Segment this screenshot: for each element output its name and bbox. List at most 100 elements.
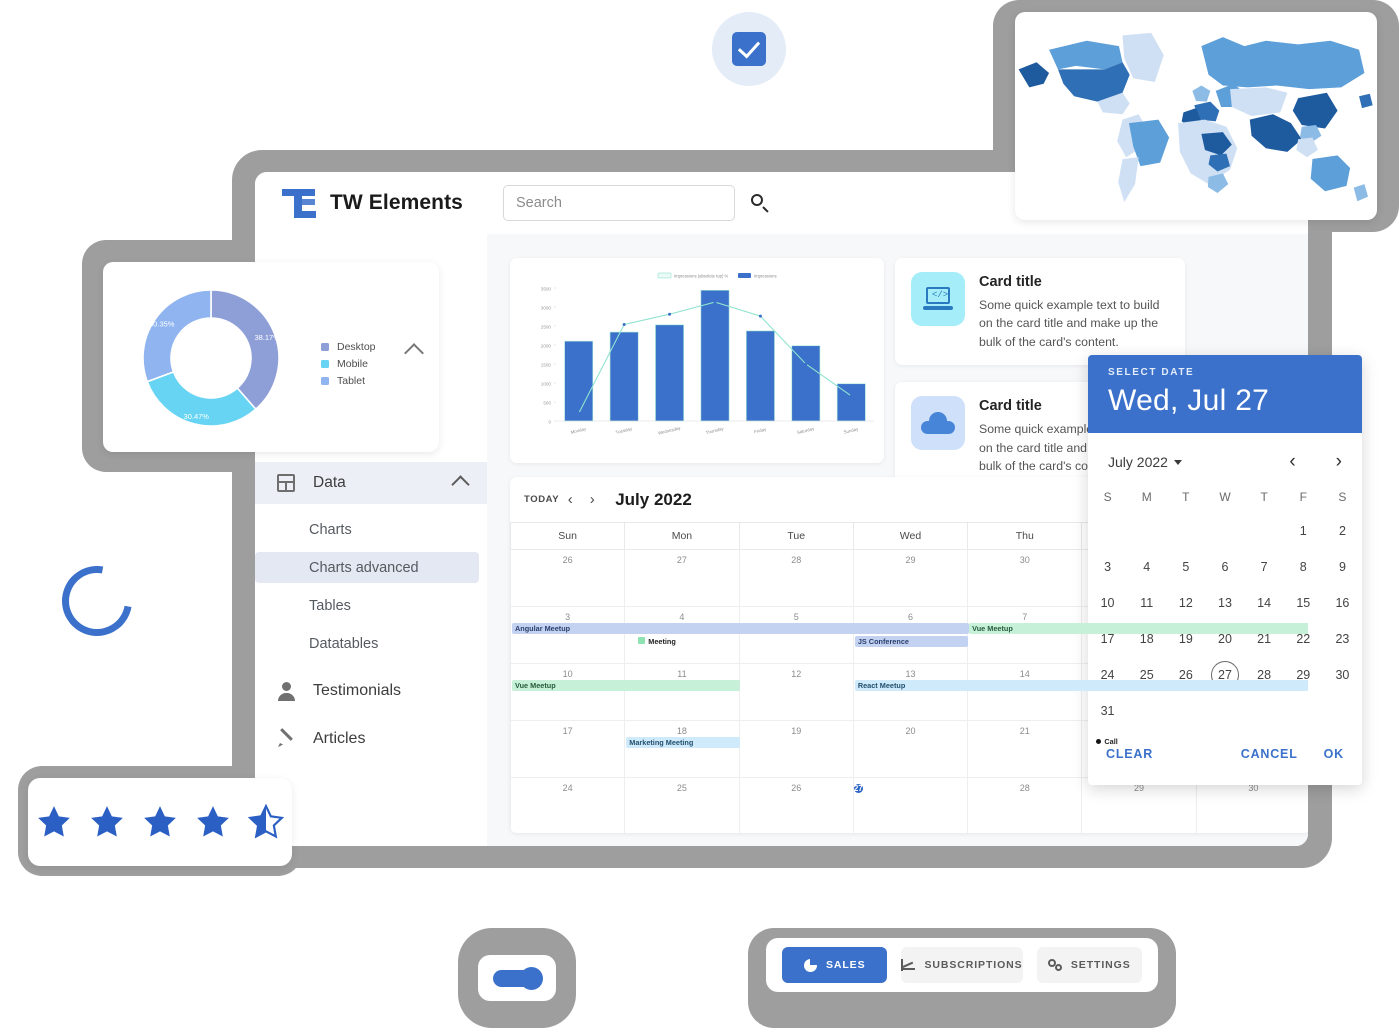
- legend-item[interactable]: Tablet: [321, 372, 376, 389]
- star-half-icon[interactable]: [246, 802, 286, 842]
- star-icon[interactable]: [193, 802, 233, 842]
- svg-text:Wednesday: Wednesday: [657, 425, 681, 436]
- sidebar-item-articles[interactable]: Articles: [255, 715, 487, 763]
- calendar-day-cell[interactable]: 19: [738, 720, 854, 778]
- chevron-up-icon[interactable]: [404, 343, 424, 363]
- calendar-event[interactable]: Vue Meetup: [512, 680, 740, 691]
- calendar-day-cell[interactable]: 14: [967, 663, 1083, 721]
- calendar-day-cell[interactable]: 24: [510, 777, 626, 833]
- svg-text:Impressions: Impressions: [754, 274, 777, 279]
- calendar-day-cell[interactable]: 25: [624, 777, 740, 833]
- calendar-next-icon[interactable]: ›: [581, 491, 603, 508]
- calendar-day-cell[interactable]: 12: [738, 663, 854, 721]
- star-icon[interactable]: [140, 802, 180, 842]
- sidebar-item-charts[interactable]: Charts: [255, 514, 487, 545]
- date-picker-day[interactable]: 16: [1323, 585, 1362, 621]
- tab-sales[interactable]: SALES: [782, 947, 888, 983]
- sidebar-item-tables[interactable]: Tables: [255, 590, 487, 621]
- calendar-day-cell[interactable]: 28: [738, 549, 854, 607]
- calendar-day-number: 26: [791, 783, 802, 793]
- date-picker-day[interactable]: 15: [1284, 585, 1323, 621]
- date-picker-day[interactable]: 4: [1127, 549, 1166, 585]
- calendar-day-cell[interactable]: 26: [510, 549, 626, 607]
- legend-item[interactable]: Mobile: [321, 355, 376, 372]
- calendar-day-cell[interactable]: 4 Meeting: [624, 606, 740, 664]
- sidebar-group-data[interactable]: Data: [255, 462, 487, 504]
- calendar-day-cell[interactable]: 5: [738, 606, 854, 664]
- tab-settings[interactable]: SETTINGS: [1036, 947, 1143, 983]
- date-picker-day[interactable]: 7: [1245, 549, 1284, 585]
- cancel-button[interactable]: CANCEL: [1241, 747, 1298, 761]
- toggle-knob[interactable]: [520, 966, 543, 990]
- date-picker-day[interactable]: 3: [1088, 549, 1127, 585]
- date-picker-prev-icon[interactable]: ‹: [1289, 451, 1295, 473]
- calendar-prev-icon[interactable]: ‹: [559, 491, 581, 508]
- calendar-day-cell[interactable]: 7 Vue Meetup: [967, 606, 1308, 664]
- date-picker-next-icon[interactable]: ›: [1336, 451, 1342, 473]
- ok-button[interactable]: OK: [1324, 747, 1344, 761]
- date-picker-day[interactable]: 14: [1245, 585, 1284, 621]
- date-picker-day[interactable]: 31: [1088, 693, 1127, 729]
- tab-label: SALES: [825, 959, 866, 971]
- info-card[interactable]: </> Card title Some quick example text t…: [895, 258, 1185, 366]
- calendar-day-cell[interactable]: 26: [738, 777, 854, 833]
- today-button[interactable]: TODAY: [524, 494, 559, 505]
- calendar-day-cell[interactable]: 29: [1081, 777, 1197, 833]
- calendar-day-cell[interactable]: 10 Vue Meetup: [510, 663, 740, 721]
- world-map[interactable]: [1015, 12, 1377, 220]
- calendar-day-cell[interactable]: 18 Marketing Meeting: [624, 720, 740, 778]
- calendar-day-cell[interactable]: 20: [852, 720, 969, 778]
- calendar-day-cell[interactable]: 27: [852, 777, 969, 833]
- donut-chart[interactable]: 38.17% 30.47% 30.35%: [111, 262, 311, 452]
- date-picker-day[interactable]: 12: [1166, 585, 1205, 621]
- star-icon[interactable]: [87, 802, 127, 842]
- calendar-day-cell[interactable]: 30: [967, 549, 1083, 607]
- tab-subscriptions[interactable]: SUBSCRIPTIONS: [901, 947, 1023, 983]
- calendar-day-number: 18: [676, 726, 687, 736]
- legend-item[interactable]: Desktop: [321, 338, 376, 355]
- calendar-event[interactable]: Call: [1096, 737, 1206, 746]
- calendar-day-cell[interactable]: 30: [1195, 777, 1308, 833]
- date-picker-empty-cell: [1166, 513, 1205, 549]
- chevron-up-icon[interactable]: [451, 475, 470, 494]
- date-picker-day[interactable]: 10: [1088, 585, 1127, 621]
- clear-button[interactable]: CLEAR: [1106, 747, 1153, 761]
- star-icon[interactable]: [34, 802, 74, 842]
- date-picker-day[interactable]: 8: [1284, 549, 1323, 585]
- date-picker-day[interactable]: 30: [1323, 657, 1362, 693]
- bar-chart[interactable]: 0 500 1000 1500 2000 2500 3000 3500 Monday Tuesda…: [510, 258, 884, 463]
- date-picker-day[interactable]: 5: [1166, 549, 1205, 585]
- calendar-day-cell[interactable]: 11: [624, 663, 740, 721]
- calendar-day-cell[interactable]: 27: [624, 549, 740, 607]
- date-picker-day[interactable]: 6: [1205, 549, 1244, 585]
- search-icon[interactable]: [751, 194, 769, 212]
- sidebar-item-testimonials[interactable]: Testimonials: [255, 667, 487, 715]
- toggle-switch-icon[interactable]: [493, 966, 543, 990]
- calendar-day-cell[interactable]: 17: [510, 720, 626, 778]
- date-picker-day[interactable]: 23: [1323, 621, 1362, 657]
- date-picker-day[interactable]: 11: [1127, 585, 1166, 621]
- date-picker-month-dropdown[interactable]: July 2022: [1108, 454, 1182, 470]
- date-picker-day[interactable]: 1: [1284, 513, 1323, 549]
- checkbox-checked-icon[interactable]: [732, 32, 766, 66]
- date-picker-day[interactable]: 2: [1323, 513, 1362, 549]
- date-picker-day[interactable]: 13: [1205, 585, 1244, 621]
- checkbox-widget[interactable]: [712, 12, 786, 86]
- date-picker-empty-cell: [1205, 513, 1244, 549]
- calendar-day-cell[interactable]: 13 React Meetup: [852, 663, 1308, 721]
- search-input[interactable]: [503, 185, 735, 221]
- calendar-event[interactable]: JS Conference: [854, 636, 969, 647]
- calendar-day-cell[interactable]: 21: [967, 720, 1083, 778]
- calendar-event[interactable]: React Meetup: [854, 680, 1308, 691]
- calendar-day-cell[interactable]: 29: [852, 549, 969, 607]
- calendar-event[interactable]: Meeting: [635, 636, 748, 647]
- calendar-day-cell[interactable]: 6 JS Conference: [852, 606, 969, 664]
- calendar-event[interactable]: Vue Meetup: [969, 623, 1308, 634]
- date-picker-day[interactable]: 9: [1323, 549, 1362, 585]
- sidebar-item-charts-advanced[interactable]: Charts advanced: [255, 552, 479, 583]
- sidebar-item-datatables[interactable]: Datatables: [255, 628, 487, 659]
- calendar-day-cell[interactable]: 28: [967, 777, 1083, 833]
- calendar-event[interactable]: Marketing Meeting: [626, 737, 740, 748]
- calendar-event[interactable]: Angular Meetup: [512, 623, 969, 634]
- calendar-day-cell[interactable]: 3 Angular Meetup: [510, 606, 969, 664]
